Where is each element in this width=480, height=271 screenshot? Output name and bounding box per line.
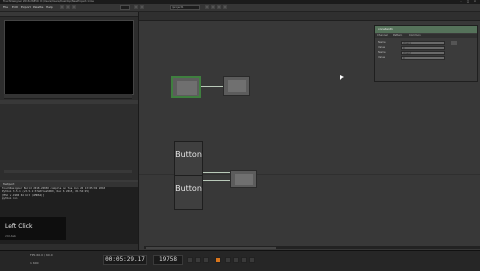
scrollbar-thumb[interactable] <box>146 246 276 249</box>
wire <box>201 86 223 87</box>
menu-file[interactable]: File <box>3 5 8 9</box>
network-path-field[interactable]: /project1 <box>170 5 200 10</box>
pause-icon[interactable] <box>203 257 209 263</box>
timeline-bar: FPS 60.0 / 60.0 1 600 <box>0 250 480 271</box>
button-label: Button <box>175 184 202 193</box>
tab-common[interactable]: Common <box>409 34 421 37</box>
mouse-cursor-icon <box>340 75 344 80</box>
overlay-action: Left Click <box>5 223 33 230</box>
frame-display[interactable]: 19758 <box>153 255 183 265</box>
timecode-display[interactable]: 00:05:29.17 <box>103 255 147 265</box>
toolbar-button[interactable] <box>205 5 209 9</box>
menu-export[interactable]: Export <box>21 5 31 9</box>
operator-node-merge[interactable] <box>230 170 257 188</box>
operator-preview <box>235 174 253 185</box>
frame-field[interactable] <box>120 5 130 10</box>
wire <box>203 180 231 181</box>
tab-channel[interactable]: Channel <box>377 34 388 37</box>
param-field[interactable]: chan2 <box>401 51 445 55</box>
realtime-icon[interactable] <box>249 257 255 263</box>
button-operator-2[interactable]: Button <box>174 175 203 210</box>
fps-readout: FPS 60.0 / 60.0 <box>30 253 53 257</box>
parameter-panel: constant1 Channel Pattern Common Name ch… <box>374 25 478 82</box>
operator-node-null1[interactable] <box>223 76 250 96</box>
param-button[interactable] <box>451 41 457 45</box>
pane-footer <box>4 170 132 173</box>
viewer-footer <box>4 94 132 99</box>
param-label: Value <box>378 46 386 49</box>
operator-preview <box>177 81 197 95</box>
step-back-icon[interactable] <box>195 257 201 263</box>
param-label: Name <box>378 41 386 44</box>
parameter-tabs: Channel Pattern Common <box>375 34 477 38</box>
step-forward-icon[interactable] <box>225 257 231 263</box>
param-label: Name <box>378 51 386 54</box>
play-icon[interactable] <box>215 257 221 263</box>
textport-line: python >>> <box>2 197 18 201</box>
overlay-sub: ctrl-tab <box>5 234 16 238</box>
network-toolbar <box>139 12 480 21</box>
toolbar-button[interactable] <box>223 5 227 9</box>
menu-palette[interactable]: Palette <box>33 5 43 9</box>
menu-edit[interactable]: Edit <box>12 5 18 9</box>
button-label: Button <box>175 150 202 159</box>
param-field[interactable]: chan1 <box>401 41 445 45</box>
toolbar-button[interactable] <box>66 5 70 9</box>
tab-pattern[interactable]: Pattern <box>393 34 402 37</box>
param-label: Value <box>378 56 386 59</box>
param-field[interactable]: 0 <box>401 56 445 60</box>
button-operator-1[interactable]: Button <box>174 141 203 176</box>
input-overlay: Left Click ctrl-tab <box>0 217 66 240</box>
wire <box>203 172 231 173</box>
toolbar-button[interactable] <box>60 5 64 9</box>
parameter-title: constant1 <box>375 26 477 33</box>
toolbar-button[interactable] <box>72 5 76 9</box>
toolbar-button[interactable] <box>211 5 215 9</box>
pane-toolbar <box>0 100 138 104</box>
viewer-pane[interactable] <box>4 20 134 95</box>
loop-icon[interactable] <box>241 257 247 263</box>
rewind-icon[interactable] <box>187 257 193 263</box>
range-readout: 1 600 <box>30 261 39 265</box>
back-icon[interactable] <box>140 5 144 9</box>
fast-forward-icon[interactable] <box>233 257 239 263</box>
home-icon[interactable] <box>134 5 138 9</box>
menu-bar: File Edit Export Palette Help /project1 <box>0 4 480 12</box>
menu-help[interactable]: Help <box>46 5 53 9</box>
operator-preview <box>228 80 246 92</box>
operator-node-constant1[interactable] <box>171 76 201 98</box>
viewer-toolbar <box>0 12 138 17</box>
toolbar-button[interactable] <box>217 5 221 9</box>
param-field[interactable]: 0 <box>401 46 445 50</box>
